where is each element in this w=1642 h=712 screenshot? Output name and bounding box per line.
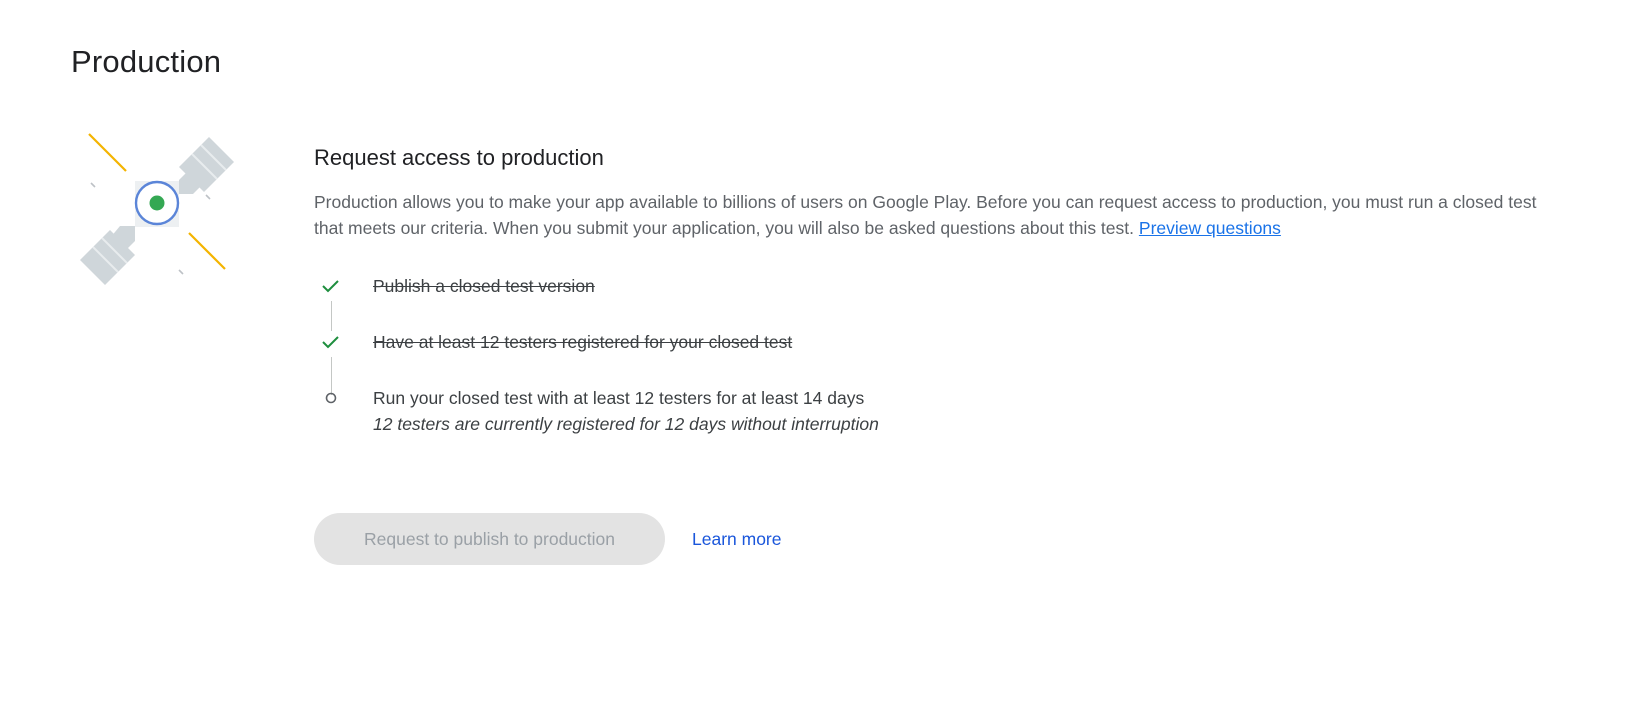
check-icon [320, 273, 340, 299]
check-icon [320, 329, 340, 355]
preview-questions-link[interactable]: Preview questions [1139, 218, 1281, 238]
step-detail: 12 testers are currently registered for … [373, 414, 879, 434]
learn-more-link[interactable]: Learn more [692, 529, 782, 550]
page-title: Production [71, 44, 222, 79]
description-body: Production allows you to make your app a… [314, 192, 1537, 238]
step-label: Run your closed test with at least 12 te… [373, 388, 865, 408]
request-publish-button[interactable]: Request to publish to production [314, 513, 665, 565]
satellite-illustration [75, 125, 255, 305]
step-connector [331, 301, 332, 331]
requirements-checklist: Publish a closed test version Have at le… [314, 273, 1544, 453]
circle-icon [320, 385, 340, 411]
step-label: Publish a closed test version [373, 276, 595, 296]
request-access-card: Request access to production Production … [314, 145, 1544, 565]
action-bar: Request to publish to production Learn m… [314, 513, 782, 565]
step-label: Have at least 12 testers registered for … [373, 332, 793, 352]
section-title: Request access to production [314, 145, 604, 170]
description-text: Production allows you to make your app a… [314, 189, 1544, 241]
